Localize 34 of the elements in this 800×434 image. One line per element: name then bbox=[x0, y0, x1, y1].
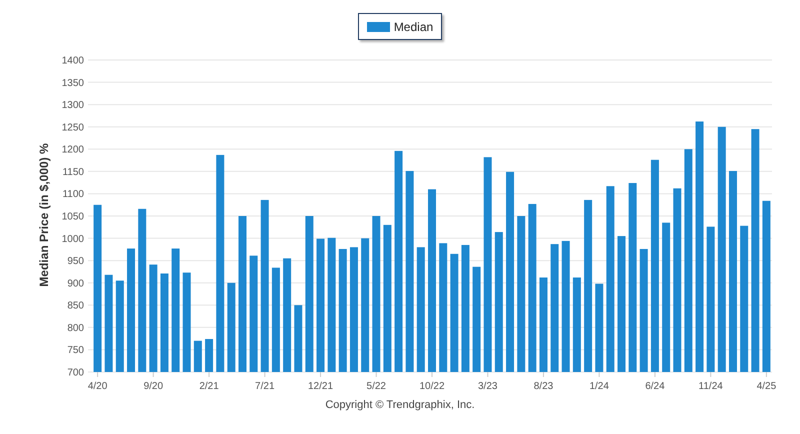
axis-tick-label: 4/20 bbox=[88, 381, 108, 392]
bar bbox=[205, 339, 214, 372]
axis-title: Median Price (in $,000) % bbox=[37, 143, 51, 287]
axis-tick-label: 850 bbox=[67, 300, 84, 312]
axis-tick-label: 1050 bbox=[62, 212, 84, 222]
axis-tick-label: 1100 bbox=[62, 189, 84, 200]
axis-tick-label: 11/24 bbox=[698, 381, 723, 392]
axis-tick-label: 700 bbox=[67, 368, 84, 378]
bar bbox=[294, 305, 302, 372]
axis-tick-label: 950 bbox=[67, 256, 84, 268]
legend-label: Median bbox=[394, 18, 434, 36]
axis-tick-label: 750 bbox=[67, 345, 84, 356]
axis-tick-label: 1350 bbox=[62, 78, 84, 89]
axis-tick-label: 800 bbox=[67, 322, 84, 334]
axis-tick-label: 1400 bbox=[62, 56, 84, 66]
bar bbox=[194, 340, 202, 372]
copyright-text: Copyright © Trendgraphix, Inc. bbox=[325, 398, 475, 413]
axis-tick-label: 6/24 bbox=[645, 381, 665, 392]
axis-tick-label: 1300 bbox=[62, 100, 84, 112]
axis-tick-label: 1/24 bbox=[589, 381, 609, 392]
axis-tick-label: 4/25 bbox=[756, 381, 776, 392]
axis-tick-label: 8/23 bbox=[534, 381, 554, 392]
axis-tick-label: 2/21 bbox=[199, 381, 219, 392]
axis-tick-label: 5/22 bbox=[366, 381, 386, 392]
axis-tick-label: 900 bbox=[67, 278, 84, 290]
axis-tick-label: 3/23 bbox=[478, 381, 498, 392]
axis-tick-label: 7/21 bbox=[255, 381, 275, 392]
axis-tick-label: 10/22 bbox=[419, 381, 445, 392]
axis-tick-label: 1250 bbox=[62, 122, 84, 134]
axis-tick-label: 9/20 bbox=[144, 381, 164, 392]
axis-tick-label: 1200 bbox=[62, 144, 84, 156]
axis-tick-label: 12/21 bbox=[308, 381, 334, 392]
axis-tick-label: 1150 bbox=[62, 166, 84, 178]
axis-tick-label: 1000 bbox=[62, 234, 84, 245]
